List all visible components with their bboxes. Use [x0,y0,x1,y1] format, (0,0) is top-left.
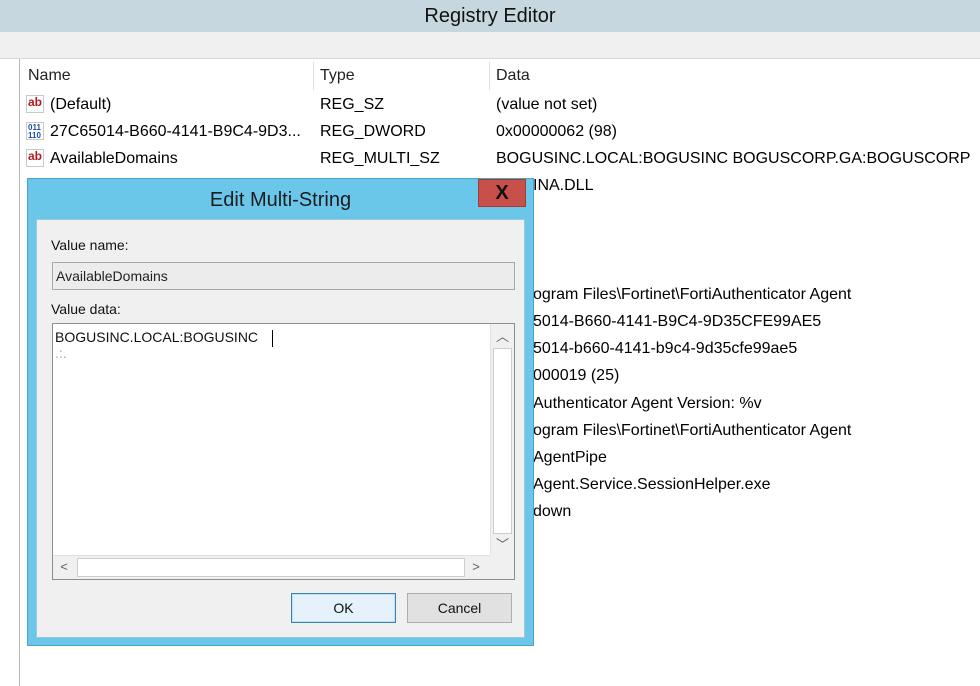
value-row[interactable]: ab (Default) REG_SZ (value not set) [22,91,980,118]
value-data-partial: ogram Files\Fortinet\FortiAuthenticator … [533,422,852,439]
value-data-line: BOGUSINC.LOCAL:BOGUSINC [55,329,259,345]
value-data-partial: down [533,503,572,520]
value-data-line: .:. [55,345,67,361]
value-name: AvailableDomains [50,150,178,167]
value-row[interactable]: ab AvailableDomains REG_MULTI_SZ BOGUSIN… [22,145,980,172]
list-header: Name Type Data [22,62,980,90]
value-data-partial: Agent.Service.SessionHelper.exe [533,476,771,493]
value-data-partial: 5014-B660-4141-B9C4-9D35CFE99AE5 [533,313,822,330]
vertical-scrollbar[interactable]: ︿ ﹀ [490,324,514,556]
value-row[interactable]: 011 110 27C65014-B660-4141-B9C4-9D3... RE… [22,118,980,145]
value-name-label: Value name: [51,237,129,253]
horizontal-scrollbar[interactable]: < > [53,555,491,579]
value-data-partial: 5014-b660-4141-b9c4-9d35cfe99ae5 [533,340,798,357]
window-title: Registry Editor [424,5,556,27]
value-data-partial: INA.DLL [533,177,594,194]
value-data-label: Value data: [51,301,121,317]
value-data-textarea[interactable]: BOGUSINC.LOCAL:BOGUSINC .:. ︿ ﹀ < > [52,323,515,580]
value-data: BOGUSINC.LOCAL:BOGUSINC BOGUSCORP.GA:BOG… [496,150,976,167]
edit-multi-string-dialog: Edit Multi-String X Value name: Availabl… [27,178,534,646]
scrollbar-thumb[interactable] [77,558,465,577]
value-name: (Default) [50,96,112,113]
binary-value-icon: 011 110 [26,122,44,140]
key-tree-pane[interactable] [0,59,20,686]
value-data: 0x00000062 (98) [496,123,617,140]
scrollbar-corner [490,555,514,579]
cancel-button[interactable]: Cancel [407,593,512,623]
value-data-partial: 000019 (25) [533,367,620,384]
scrollbar-thumb[interactable] [493,348,512,534]
value-data: (value not set) [496,96,598,113]
scroll-down-icon[interactable]: ﹀ [491,534,514,554]
menu-strip [0,32,980,59]
value-name: 27C65014-B660-4141-B9C4-9D3... [50,123,301,140]
column-header-data[interactable]: Data [490,62,980,90]
ok-button[interactable]: OK [291,593,396,623]
column-header-type[interactable]: Type [314,62,490,90]
value-type: REG_DWORD [320,123,426,140]
text-caret [272,330,273,347]
window-title-bar: Registry Editor [0,0,980,32]
string-value-icon: ab [26,149,44,167]
value-type: REG_SZ [320,96,385,113]
scroll-right-icon[interactable]: > [467,559,485,577]
scroll-left-icon[interactable]: < [55,559,73,577]
value-data-partial: Authenticator Agent Version: %v [533,395,762,412]
value-name-field: AvailableDomains [52,262,515,290]
value-data-partial: AgentPipe [533,449,607,466]
value-type: REG_MULTI_SZ [320,150,440,167]
dialog-body: Value name: AvailableDomains Value data:… [36,219,525,638]
close-button[interactable]: X [478,179,526,207]
value-data-partial: ogram Files\Fortinet\FortiAuthenticator … [533,286,852,303]
scroll-up-icon[interactable]: ︿ [491,326,514,346]
close-icon: X [495,182,509,204]
column-header-name[interactable]: Name [22,62,314,90]
string-value-icon: ab [26,95,44,113]
dialog-title: Edit Multi-String [209,189,352,211]
